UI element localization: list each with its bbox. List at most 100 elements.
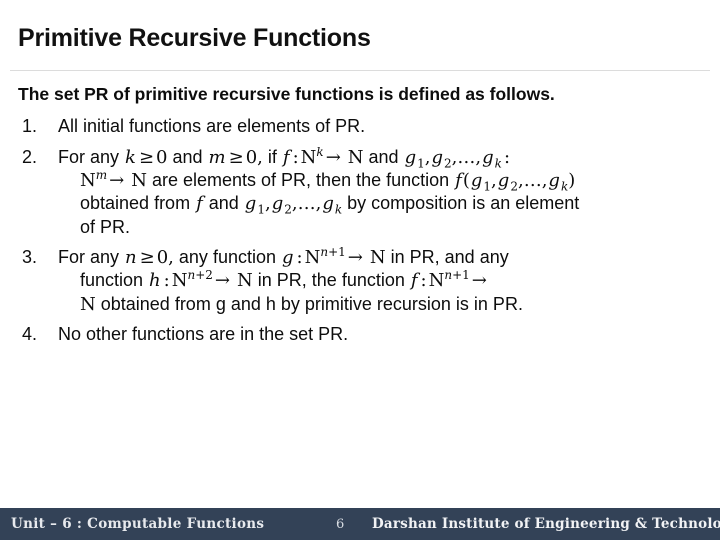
math-sup-two: 2 bbox=[205, 268, 213, 283]
math-sub-k: k bbox=[334, 202, 343, 217]
title-divider bbox=[10, 70, 710, 71]
math-var-h: h bbox=[149, 270, 161, 292]
math-set-N: N bbox=[80, 293, 96, 315]
math-sup-one: 1 bbox=[338, 245, 346, 260]
math-var-g: g bbox=[497, 169, 510, 191]
math-set-N: N bbox=[237, 270, 253, 292]
footer-bar: Unit – 6 : Computable Functions 6 Darsha… bbox=[0, 508, 720, 540]
list-item-2-line4: of PR. bbox=[58, 216, 708, 239]
math-set-N: N bbox=[80, 169, 96, 191]
text-fragment: For any bbox=[58, 247, 120, 268]
math-sup-plus: + bbox=[452, 268, 463, 283]
math-var-g: g bbox=[548, 169, 560, 191]
text-fragment: of PR. bbox=[80, 216, 131, 237]
list-item-2-number: 2. bbox=[22, 146, 38, 167]
math-var-k: k bbox=[125, 146, 136, 168]
footer-page-number: 6 bbox=[336, 517, 345, 532]
footer-institute-name: Darshan Institute of Engineering & Techn… bbox=[372, 516, 720, 532]
text-fragment: by composition is an element bbox=[347, 193, 580, 214]
math-set-N: N bbox=[131, 169, 147, 191]
list-item-3-number: 3. bbox=[22, 247, 38, 268]
math-colon: : bbox=[420, 270, 427, 292]
text-fragment: For any bbox=[58, 146, 120, 167]
math-ge: ≥ bbox=[138, 146, 155, 168]
math-var-g: g bbox=[404, 146, 417, 168]
math-var-g: g bbox=[470, 169, 483, 191]
list-item-1-number: 1. bbox=[22, 116, 38, 137]
text-fragment: PR, bbox=[409, 247, 440, 268]
math-var-n: n bbox=[125, 247, 137, 269]
math-var-m: m bbox=[208, 146, 226, 168]
text-fragment: and bbox=[172, 146, 203, 167]
list-item-3-line3: Nobtained from g and h by primitive recu… bbox=[58, 293, 708, 316]
math-paren-open: ( bbox=[462, 169, 470, 191]
math-sup-plus: + bbox=[195, 268, 206, 283]
text-fragment: function bbox=[80, 270, 144, 291]
list-item-2-line3: obtained from f and g1,g2,…,gk by compositio… bbox=[58, 192, 708, 217]
text-fragment: in bbox=[257, 270, 272, 291]
math-sup-plus: + bbox=[328, 245, 339, 260]
math-sup-n: n bbox=[320, 245, 329, 260]
text-fragment: any bbox=[178, 247, 208, 268]
list-item-2-line2: Nm → Nare elements of PR, then the functio… bbox=[58, 167, 708, 193]
math-sup-n: n bbox=[444, 268, 453, 283]
math-ellipsis: … bbox=[457, 146, 476, 168]
math-ge: ≥ bbox=[228, 146, 244, 168]
math-set-N: N bbox=[171, 270, 188, 292]
text-fragment: in bbox=[390, 247, 405, 268]
math-var-g: g bbox=[431, 146, 444, 168]
list-item-3-line2: function h: Nn+2 → Nin PR, the function f: Nn+1 → bbox=[58, 269, 708, 292]
definition-list: 1. All initial functions are elements of… bbox=[18, 115, 708, 347]
math-arrow: → bbox=[325, 146, 341, 168]
text-fragment: any bbox=[479, 247, 509, 268]
math-comma: , bbox=[491, 169, 497, 191]
text-fragment: are elements of PR, then the function bbox=[151, 169, 450, 190]
math-arrow: → bbox=[471, 270, 487, 292]
math-var-g: g bbox=[322, 193, 334, 215]
math-var-g: g bbox=[281, 247, 294, 269]
math-ge: ≥ bbox=[139, 247, 155, 269]
math-paren-close: ) bbox=[568, 169, 576, 191]
text-fragment: PR, bbox=[276, 270, 307, 291]
list-item-4-number: 4. bbox=[22, 324, 38, 345]
math-set-N: N bbox=[428, 270, 445, 292]
math-sup-one: 1 bbox=[462, 268, 470, 283]
page-title: Primitive Recursive Functions bbox=[18, 24, 371, 52]
math-ellipsis: … bbox=[523, 169, 542, 191]
math-arrow: → bbox=[347, 247, 363, 269]
math-sub-1: 1 bbox=[257, 202, 265, 217]
text-fragment: and bbox=[444, 247, 475, 268]
math-set-N: N bbox=[347, 146, 364, 168]
list-item-4: 4. No other functions are in the set PR. bbox=[18, 323, 708, 346]
math-ellipsis: … bbox=[297, 193, 316, 215]
list-item-2: 2. For any k ≥0 and m ≥0, if f: Nk → Nand g1,g2,…,g… bbox=[18, 146, 708, 240]
math-set-N: N bbox=[304, 247, 321, 269]
math-set-N: N bbox=[300, 146, 317, 168]
math-zero: 0 bbox=[156, 146, 168, 168]
math-zero: 0, bbox=[245, 146, 263, 168]
math-sup-m: m bbox=[95, 167, 108, 182]
math-colon: : bbox=[296, 247, 303, 269]
text-fragment: function bbox=[212, 247, 276, 268]
text-fragment: obtained from g and h by primitive recur… bbox=[100, 293, 523, 314]
math-comma: , bbox=[264, 193, 271, 215]
list-item-1-text: All initial functions are elements of PR… bbox=[58, 116, 366, 137]
text-fragment: obtained from bbox=[80, 193, 191, 214]
math-var-f: f bbox=[455, 169, 462, 191]
math-sub-2: 2 bbox=[284, 202, 292, 217]
list-item-4-text: No other functions are in the set PR. bbox=[58, 324, 349, 345]
list-item-2-text: For any k ≥0 and m ≥0, if f: Nk → Nand g1,g2,…,gk: … bbox=[58, 146, 708, 240]
text-fragment: and bbox=[368, 146, 399, 167]
lead-statement: The set PR of primitive recursive functi… bbox=[18, 84, 555, 104]
slide-content: The set PR of primitive recursive functi… bbox=[18, 84, 708, 354]
math-colon: : bbox=[163, 270, 170, 292]
math-var-f: f bbox=[196, 193, 203, 215]
math-colon: : bbox=[503, 146, 511, 168]
list-item-3: 3. For any n ≥0, any function g: Nn+1 → Nin PR, an… bbox=[18, 246, 708, 316]
math-arrow: → bbox=[109, 169, 125, 191]
text-fragment: the bbox=[311, 270, 337, 291]
math-var-g: g bbox=[244, 193, 257, 215]
text-fragment: and bbox=[208, 193, 239, 214]
math-set-N: N bbox=[369, 247, 386, 269]
math-var-g: g bbox=[271, 193, 284, 215]
